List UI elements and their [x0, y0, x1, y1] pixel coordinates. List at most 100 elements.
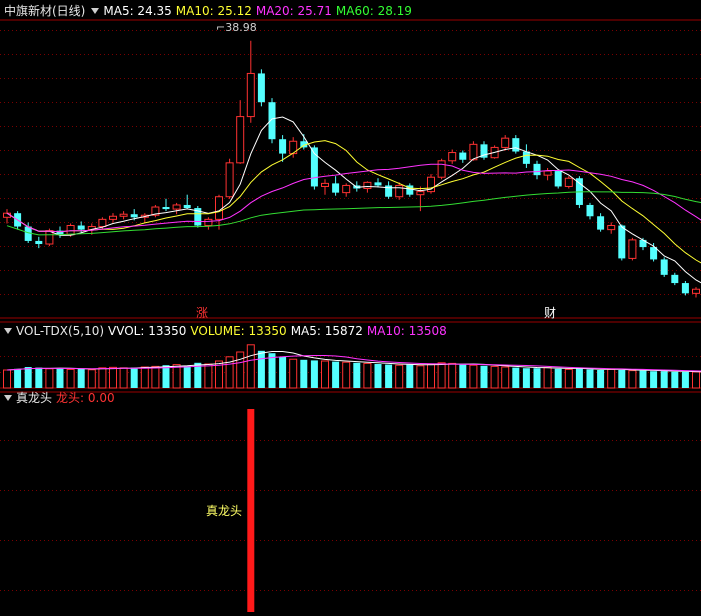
- candle-up: [321, 182, 329, 187]
- volume-bar: [427, 363, 435, 389]
- volume-bar: [385, 364, 393, 388]
- signal-bar-label: 真龙头: [206, 504, 243, 518]
- volume-bar: [395, 364, 404, 389]
- candle-up: [607, 225, 616, 231]
- candle-down: [332, 183, 340, 193]
- candle-up: [395, 184, 404, 198]
- volume-bar: [257, 350, 265, 388]
- volume-bar: [660, 371, 668, 388]
- candle-down: [618, 225, 626, 259]
- candle-down: [35, 240, 43, 245]
- candle-up: [501, 137, 510, 148]
- candle-down: [162, 207, 170, 210]
- volume-indicator-name: VOL-TDX(5,10): [16, 324, 105, 338]
- volume-bar: [342, 361, 351, 389]
- candle-up: [416, 191, 425, 196]
- ma10-line: [6, 140, 701, 264]
- candle-down: [374, 182, 382, 186]
- volume-bar: [374, 364, 382, 388]
- signal-bar: [247, 409, 255, 612]
- volume-bar: [183, 365, 191, 388]
- volume-bar: [650, 371, 658, 388]
- volume-bar: [490, 365, 499, 389]
- candle-up: [119, 213, 128, 217]
- volume-bar: [87, 369, 96, 389]
- candle-down: [554, 171, 562, 187]
- ma10-label: MA10: 25.12: [175, 4, 252, 18]
- volume-bar: [140, 366, 149, 389]
- event-marker-rise[interactable]: 涨: [196, 306, 208, 320]
- dropdown-arrow-icon[interactable]: [91, 8, 100, 14]
- volume-bar: [543, 367, 552, 389]
- candle-down: [459, 152, 467, 160]
- volume-bar: [363, 362, 372, 389]
- candle-up: [564, 177, 573, 187]
- volume-bar: [332, 361, 340, 388]
- volume-bar: [480, 365, 488, 388]
- candle-up: [215, 196, 223, 220]
- volume-bar: [14, 368, 22, 388]
- vvol-label: VVOL: 13350: [108, 324, 187, 338]
- volume-bar: [575, 368, 583, 388]
- candle-down: [268, 102, 276, 140]
- candle-down: [183, 204, 191, 209]
- candle-up: [692, 288, 700, 294]
- max-price-value: 38.98: [225, 21, 257, 34]
- candle-up: [342, 184, 351, 194]
- stock-chart-window[interactable]: 中旗新材(日线) MA5: 24.35 MA10: 25.12 MA20: 25.71…: [0, 0, 701, 616]
- candle-down: [279, 139, 287, 154]
- candle-down: [681, 283, 689, 294]
- candle-up: [543, 170, 552, 176]
- ma20-label: MA20: 25.71: [255, 4, 332, 18]
- ma5-line: [6, 116, 701, 284]
- volume-bar: [56, 368, 64, 388]
- candle-down: [586, 204, 594, 217]
- candle-up: [172, 204, 181, 210]
- volume-bar: [554, 368, 562, 388]
- volume-bar: [98, 367, 107, 389]
- candle-up: [363, 181, 372, 190]
- candle-up: [469, 143, 478, 161]
- volume-bar: [236, 351, 245, 389]
- volume-bar: [279, 356, 287, 388]
- volume-label: VOLUME: 13350: [190, 324, 287, 338]
- volume-bar: [35, 367, 43, 388]
- volume-bar: [300, 359, 308, 388]
- candle-down: [77, 225, 85, 230]
- volume-bar: [618, 370, 626, 388]
- volume-bar: [448, 362, 457, 389]
- vol-ma10-label: MA10: 13508: [366, 324, 447, 338]
- candle-up: [204, 218, 213, 227]
- candle-up: [437, 160, 446, 178]
- ma60-label: MA60: 28.19: [335, 4, 412, 18]
- volume-bar: [459, 364, 467, 388]
- volume-bar: [310, 360, 318, 388]
- main-header: 中旗新材(日线) MA5: 24.35 MA10: 25.12 MA20: 25.71…: [4, 4, 416, 18]
- volume-bar: [597, 370, 605, 388]
- volume-bar: [119, 367, 128, 389]
- candle-down: [671, 274, 679, 284]
- volume-bar: [204, 363, 213, 389]
- volume-bar: [628, 370, 637, 389]
- candle-down: [512, 138, 520, 152]
- volume-bar: [406, 364, 414, 388]
- volume-bar: [437, 362, 446, 389]
- volume-dropdown-icon[interactable]: [4, 328, 12, 334]
- volume-bar: [533, 368, 541, 388]
- volume-bar: [151, 365, 160, 389]
- event-marker-finance[interactable]: 财: [544, 306, 556, 320]
- signal-dropdown-icon[interactable]: [4, 395, 12, 401]
- ma5-label: MA5: 24.35: [103, 4, 172, 18]
- volume-bar: [172, 364, 181, 389]
- volume-bar: [671, 371, 679, 388]
- candlestick-chart[interactable]: [0, 0, 701, 616]
- candle-down: [597, 216, 605, 230]
- volume-bar: [353, 362, 361, 388]
- volume-bar: [416, 365, 425, 389]
- volume-bar: [77, 368, 85, 388]
- candle-up: [45, 230, 54, 245]
- candle-down: [660, 259, 668, 275]
- volume-bar: [522, 368, 530, 388]
- candle-down: [533, 163, 541, 176]
- volume-bar: [45, 368, 54, 389]
